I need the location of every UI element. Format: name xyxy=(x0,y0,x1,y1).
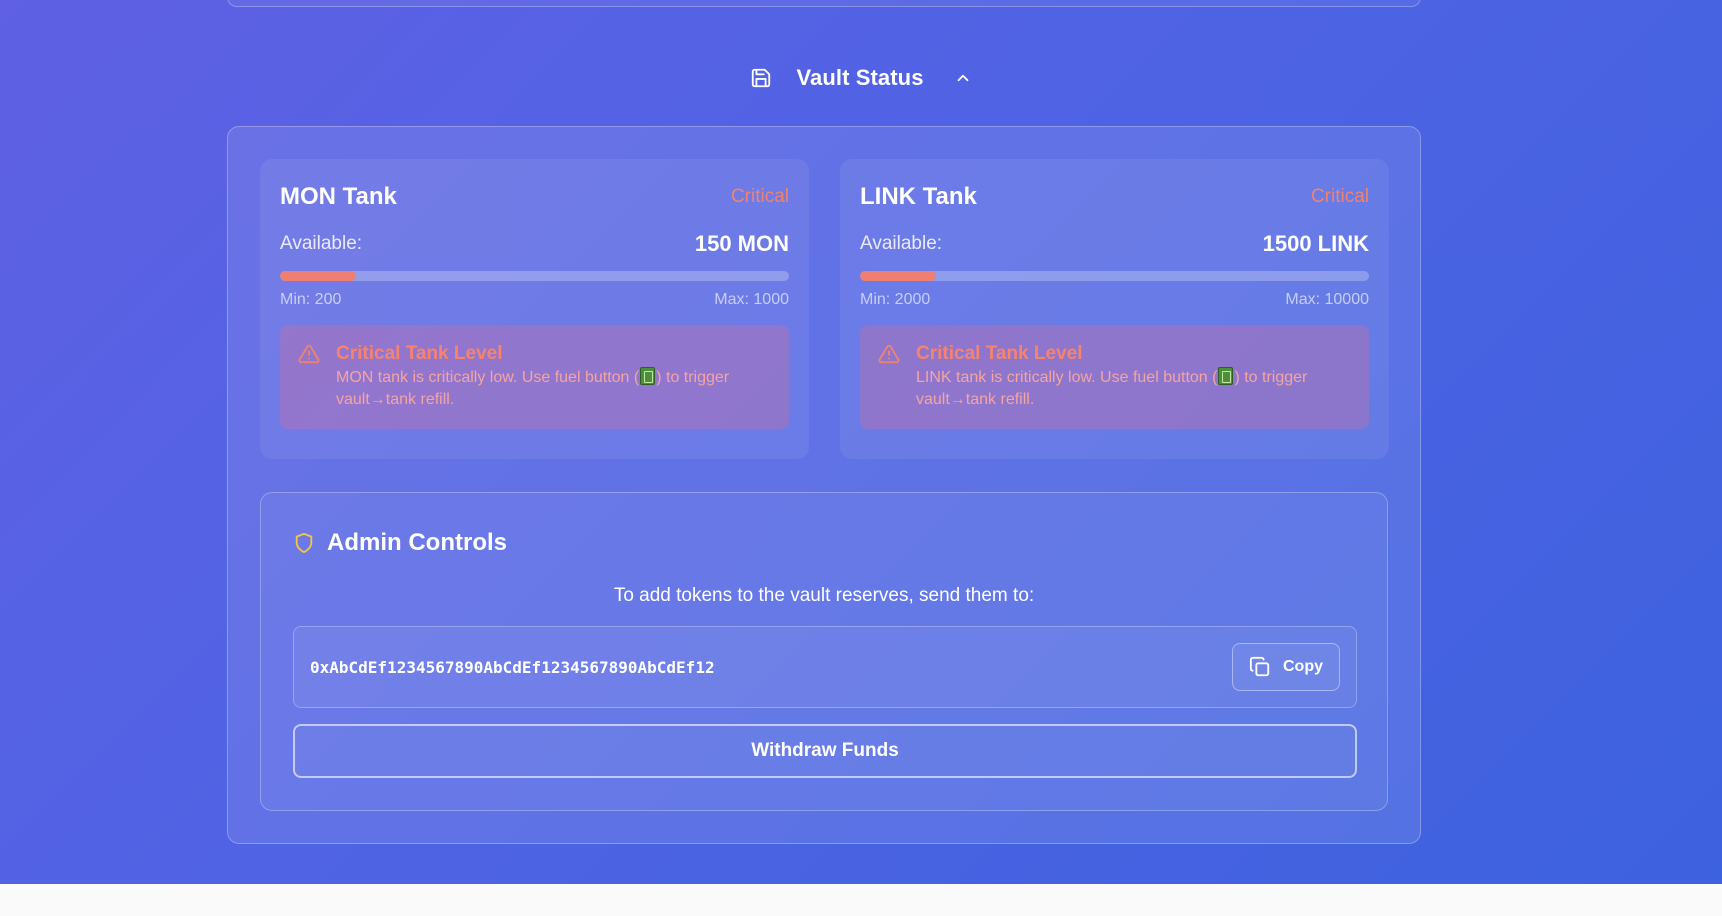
min-label: Min: 200 xyxy=(280,291,342,308)
critical-alert: Critical Tank Level LINK tank is critica… xyxy=(860,325,1369,429)
tank-level-bar xyxy=(860,271,1369,281)
admin-title: Admin Controls xyxy=(327,529,507,556)
vault-panel: MON Tank Critical Available: 150 MON Min… xyxy=(227,126,1421,844)
critical-alert: Critical Tank Level MON tank is critical… xyxy=(280,325,789,429)
vault-address-box: 0xAbCdEf1234567890AbCdEf1234567890AbCdEf… xyxy=(293,626,1357,708)
copy-button[interactable]: Copy xyxy=(1232,643,1340,691)
copy-icon xyxy=(1249,656,1271,678)
tank-level-bar xyxy=(280,271,789,281)
alert-title: Critical Tank Level xyxy=(916,343,1083,364)
shield-icon xyxy=(293,532,315,554)
fuel-pump-icon xyxy=(1218,367,1234,385)
available-label: Available: xyxy=(860,233,943,254)
status-badge: Critical xyxy=(730,186,789,207)
available-value: 1500 LINK xyxy=(1262,231,1369,256)
vault-status-header[interactable]: Vault Status xyxy=(0,60,1722,96)
warning-icon xyxy=(878,343,900,365)
copy-label: Copy xyxy=(1283,658,1323,675)
previous-card xyxy=(227,0,1421,7)
tank-card-link: LINK Tank Critical Available: 1500 LINK … xyxy=(840,159,1389,459)
tank-name: MON Tank xyxy=(280,183,397,210)
admin-controls-card: Admin Controls To add tokens to the vaul… xyxy=(260,492,1388,811)
tank-level-fill xyxy=(860,271,937,281)
tank-level-fill xyxy=(280,271,357,281)
max-label: Max: 10000 xyxy=(1285,291,1369,308)
status-badge: Critical xyxy=(1310,186,1369,207)
vault-address[interactable]: 0xAbCdEf1234567890AbCdEf1234567890AbCdEf… xyxy=(310,658,715,677)
max-label: Max: 1000 xyxy=(714,291,789,308)
available-label: Available: xyxy=(280,233,363,254)
available-value: 150 MON xyxy=(694,231,789,256)
section-title: Vault Status xyxy=(796,65,924,90)
warning-icon xyxy=(298,343,320,365)
alert-text: LINK tank is critically low. Use fuel bu… xyxy=(916,367,1308,408)
alert-text: MON tank is critically low. Use fuel but… xyxy=(336,367,730,408)
save-icon xyxy=(750,67,772,89)
fuel-pump-icon xyxy=(640,367,656,385)
admin-description: To add tokens to the vault reserves, sen… xyxy=(613,585,1035,606)
min-label: Min: 2000 xyxy=(860,291,931,308)
withdraw-funds-button[interactable]: Withdraw Funds xyxy=(293,724,1357,778)
alert-title: Critical Tank Level xyxy=(336,343,503,364)
chevron-up-icon[interactable] xyxy=(954,69,972,87)
tank-card-mon: MON Tank Critical Available: 150 MON Min… xyxy=(260,159,809,459)
tank-name: LINK Tank xyxy=(860,183,977,210)
